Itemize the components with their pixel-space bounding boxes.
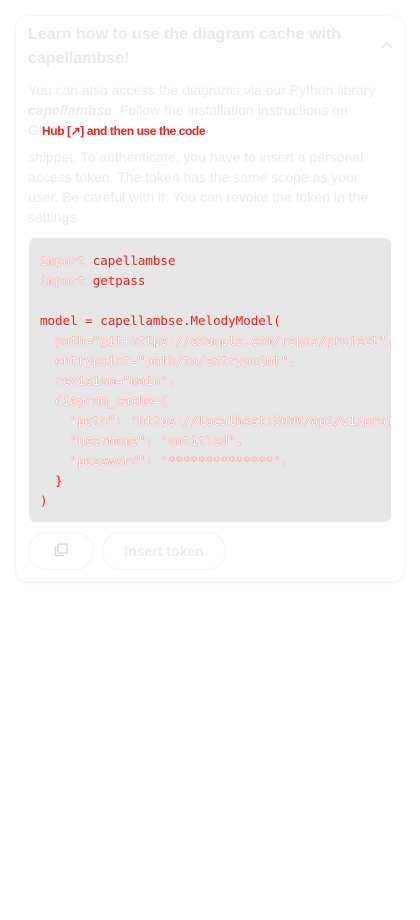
code-line: "path": "https://localhost:8000/api/v1/p…: [40, 411, 391, 431]
code-token-faded: "password": "**************",: [70, 453, 289, 468]
code-token-faded: "path": "https://localhost:8000/api/v1/p…: [70, 413, 391, 428]
code-line: model = capellambse.MelodyModel(: [40, 311, 391, 331]
tooltip-overlay-text: Hub [↗] and then use the code: [42, 124, 206, 138]
code-token: ): [40, 493, 48, 508]
code-line: diagram_cache={: [40, 391, 391, 411]
code-line: }: [40, 471, 391, 491]
chevron-up-icon[interactable]: [380, 38, 394, 52]
library-name: capellambse: [28, 102, 113, 118]
code-token-faded: revision="main",: [55, 373, 176, 388]
code-line: import getpass: [40, 271, 391, 291]
action-bar: Insert token: [28, 532, 226, 570]
code-line: "password": "**************",: [40, 451, 391, 471]
code-line: entrypoint="path/to/entrypoint",: [40, 351, 391, 371]
intro-text: You can also access the diagrams via our…: [28, 80, 378, 227]
code-token-faded: entrypoint="path/to/entrypoint",: [55, 353, 296, 368]
code-snippet: import capellambse import getpass model = …: [29, 238, 391, 522]
intro-prefix: You can also access the diagrams via our…: [28, 82, 376, 98]
github-link[interactable]: Gi: [28, 122, 42, 138]
code-token: }: [55, 473, 63, 488]
code-line: import capellambse: [40, 251, 391, 271]
code-token-faded: diagram_cache={: [55, 393, 168, 408]
code-token-faded: path="git+https://example.com/repos/proj…: [55, 333, 391, 348]
code-token-faded: import: [40, 273, 93, 288]
copy-button[interactable]: [28, 532, 94, 570]
copy-icon: [54, 542, 68, 560]
intro-middle: . Follow the installation instructions o…: [112, 102, 348, 118]
code-line: path="git+https://example.com/repos/proj…: [40, 331, 391, 351]
code-line: ): [40, 491, 391, 511]
card-title: Learn how to use the diagram cache with …: [28, 26, 341, 67]
code-token: model = capellambse.MelodyModel(: [40, 313, 281, 328]
intro-rest: snippet. To authenticate, you have to in…: [28, 149, 369, 225]
code-token-faded: "username": "untitled",: [70, 433, 244, 448]
code-token: getpass: [92, 273, 146, 288]
insert-token-button[interactable]: Insert token: [102, 532, 226, 570]
code-line: revision="main",: [40, 371, 391, 391]
code-token: capellambse: [92, 253, 176, 268]
code-line: "username": "untitled",: [40, 431, 391, 451]
diagram-cache-info-card: Learn how to use the diagram cache with …: [16, 16, 404, 582]
code-token-faded: import: [40, 253, 93, 268]
